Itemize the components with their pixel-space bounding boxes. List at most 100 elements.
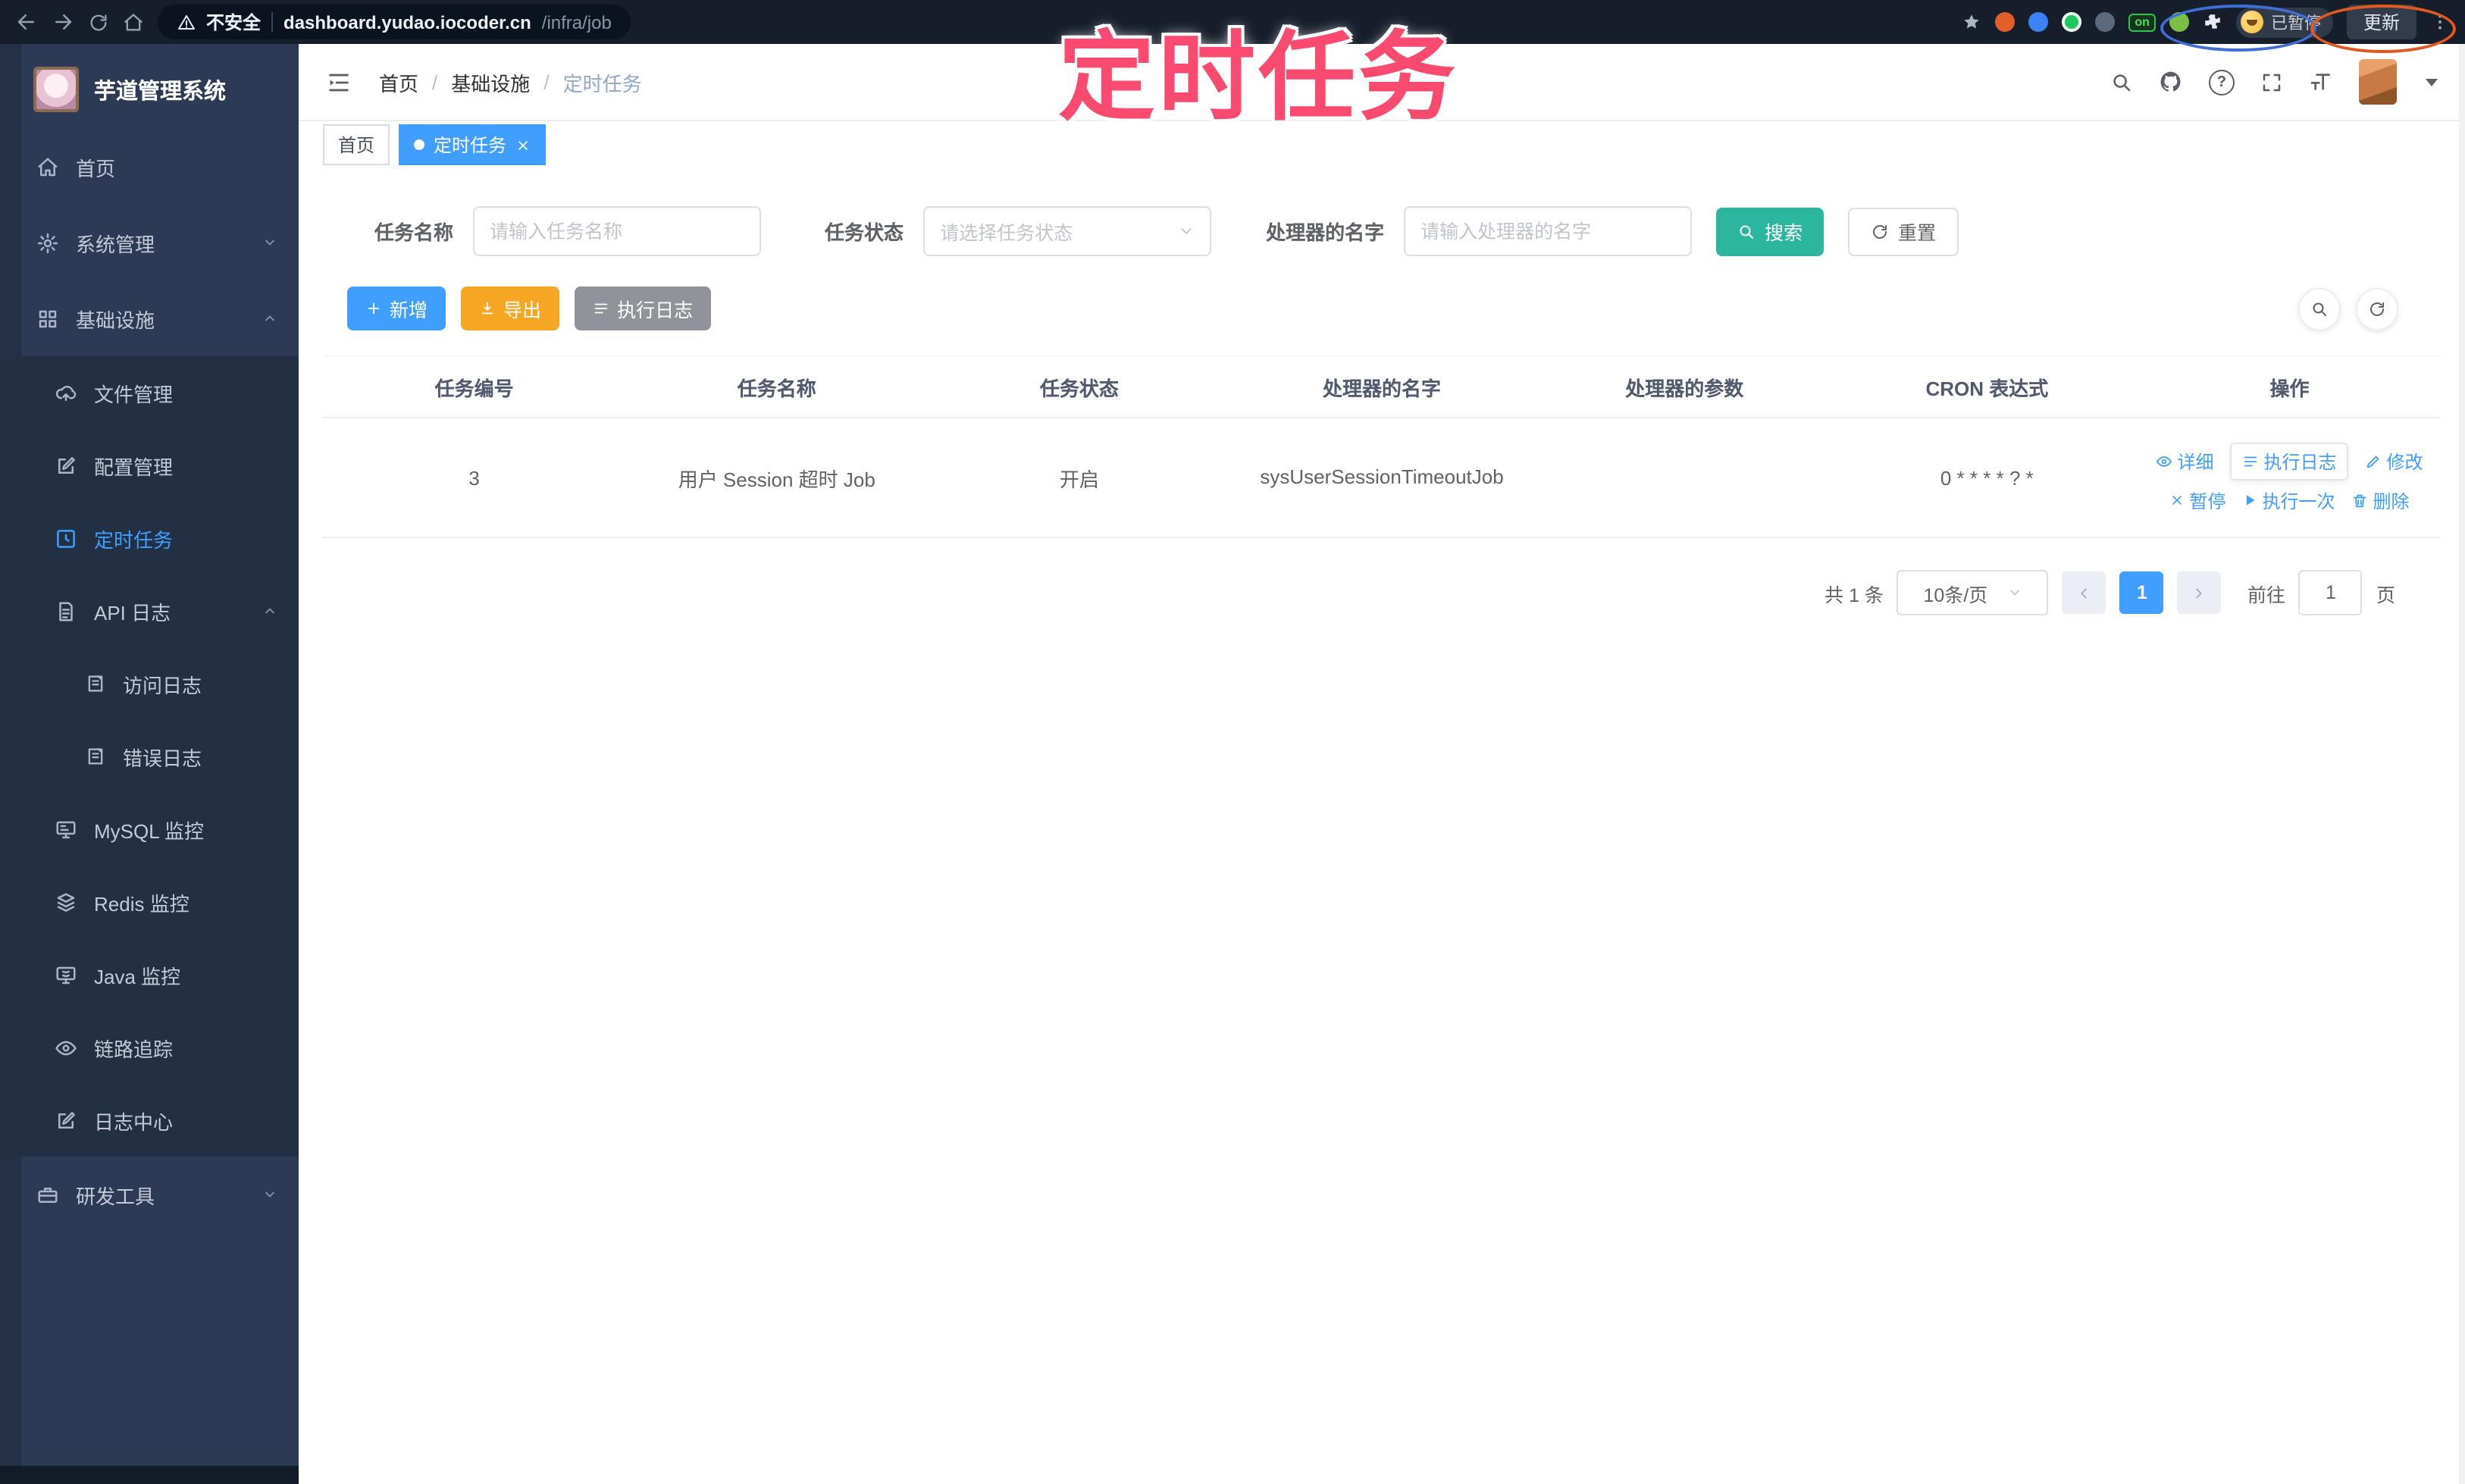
user-avatar[interactable] — [2359, 59, 2397, 105]
page-scrollbar[interactable] — [2459, 44, 2465, 1484]
extension-icon[interactable] — [2062, 12, 2082, 32]
sidebar-item-scheduled-jobs[interactable]: 定时任务 — [0, 502, 299, 575]
export-button[interactable]: 导出 — [461, 286, 560, 330]
sidebar-menu: 首页 系统管理 基础设施 文件管理 配置管理 定时任务 API 日志 访问日志 … — [0, 129, 299, 1466]
sidebar-item-java-monitor[interactable]: Java 监控 — [0, 938, 299, 1011]
sidebar-item-config-management[interactable]: 配置管理 — [0, 429, 299, 502]
sidebar-item-trace[interactable]: 链路追踪 — [0, 1011, 299, 1084]
bookmark-star-icon[interactable] — [1962, 12, 1981, 32]
sidebar-item-file-management[interactable]: 文件管理 — [0, 356, 299, 429]
close-icon[interactable] — [515, 137, 531, 152]
stack-icon — [55, 891, 77, 913]
job-name-input[interactable] — [473, 206, 762, 256]
row-exec-log-link[interactable]: 执行日志 — [2230, 442, 2349, 480]
breadcrumb-item-infrastructure[interactable]: 基础设施 — [451, 67, 530, 96]
on-badge-extension-icon[interactable]: on — [2128, 13, 2156, 31]
refresh-icon-button[interactable] — [2356, 287, 2398, 330]
search-icon[interactable] — [2110, 70, 2133, 93]
row-actions-line2: 暂停 执行一次 删除 — [2169, 487, 2410, 513]
sidebar-item-redis-monitor[interactable]: Redis 监控 — [0, 866, 299, 938]
add-button[interactable]: 新增 — [347, 286, 446, 330]
trash-icon — [2354, 493, 2366, 507]
exec-log-button[interactable]: 执行日志 — [575, 286, 712, 330]
eye-icon — [2156, 456, 2172, 466]
cell-cron: 0 * * * * ? * — [1940, 466, 2034, 489]
breadcrumb-item-home[interactable]: 首页 — [379, 67, 418, 96]
sidebar-item-label: 系统管理 — [76, 233, 155, 255]
sidebar-collapse-icon[interactable] — [326, 69, 352, 95]
download-icon — [481, 302, 493, 315]
page-size-value: 10条/页 — [1923, 584, 1988, 606]
chevron-down-icon — [1181, 228, 1192, 234]
current-page-button[interactable]: 1 — [2119, 571, 2164, 614]
browser-update-button[interactable]: 更新 — [2346, 5, 2416, 39]
sidebar-item-access-logs[interactable]: 访问日志 — [0, 647, 299, 720]
browser-forward-icon[interactable] — [52, 11, 74, 33]
navbar-actions: ? — [2110, 59, 2438, 105]
row-actions: 详细 执行日志 修改 暂停 执行一次 删除 — [2147, 442, 2432, 513]
breadcrumb-separator: / — [543, 70, 550, 93]
app-title: 芋道管理系统 — [94, 80, 226, 104]
detail-link[interactable]: 详细 — [2156, 448, 2214, 474]
address-bar[interactable]: 不安全 dashboard.yudao.iocoder.cn/infra/job — [158, 5, 631, 39]
refresh-icon — [1873, 224, 1887, 238]
browser-home-icon[interactable] — [123, 11, 144, 33]
extension-icon[interactable] — [2028, 12, 2049, 32]
extension-icon[interactable] — [2095, 12, 2116, 32]
profile-paused-badge[interactable]: 已暂停 — [2235, 7, 2333, 37]
briefcase-icon — [36, 1183, 59, 1206]
sidebar-item-log-center[interactable]: 日志中心 — [0, 1084, 299, 1157]
run-once-link[interactable]: 执行一次 — [2243, 487, 2335, 513]
page-size-select[interactable]: 10条/页 — [1897, 570, 2049, 615]
edit-link[interactable]: 修改 — [2366, 448, 2423, 474]
sidebar-item-dev-tools[interactable]: 研发工具 — [0, 1157, 299, 1232]
sidebar-item-error-logs[interactable]: 错误日志 — [0, 720, 299, 793]
chevron-up-icon — [265, 608, 274, 614]
goto-label: 前往 — [2247, 584, 2285, 606]
github-icon[interactable] — [2159, 70, 2183, 94]
cell-job-name: 用户 Session 超时 Job — [678, 468, 875, 490]
monitor-icon — [55, 818, 77, 841]
url-path: /infra/job — [541, 11, 612, 33]
user-menu-caret-icon[interactable] — [2426, 78, 2438, 86]
handler-name-input[interactable] — [1404, 206, 1693, 256]
help-icon[interactable]: ? — [2209, 69, 2235, 95]
extensions-puzzle-icon[interactable] — [2203, 12, 2222, 32]
sidebar-item-label: 链路追踪 — [94, 1038, 174, 1060]
job-name-label: 任务名称 — [374, 221, 454, 244]
goto-page-input[interactable] — [2298, 570, 2363, 615]
browser-menu-kebab-icon[interactable] — [2430, 12, 2450, 32]
pause-link[interactable]: 暂停 — [2169, 487, 2226, 513]
next-page-button[interactable] — [2177, 571, 2222, 614]
browser-back-icon[interactable] — [15, 11, 38, 33]
column-header: 任务名称 — [737, 377, 816, 399]
tab-scheduled-jobs[interactable]: 定时任务 — [399, 124, 547, 165]
plus-icon — [368, 302, 380, 315]
column-header: 任务状态 — [1039, 377, 1119, 399]
tab-home[interactable]: 首页 — [323, 124, 390, 165]
extension-icon[interactable] — [1995, 12, 2016, 32]
sidebar-item-home[interactable]: 首页 — [0, 129, 299, 205]
search-button[interactable]: 搜索 — [1716, 207, 1824, 255]
cell-handler-name: sysUserSessionTimeoutJob — [1260, 465, 1504, 488]
app-logo-row[interactable]: 芋道管理系统 — [0, 44, 299, 132]
toggle-search-icon-button[interactable] — [2298, 287, 2341, 330]
fullscreen-icon[interactable] — [2260, 70, 2283, 93]
sidebar-item-api-logs[interactable]: API 日志 — [0, 575, 299, 647]
chevron-down-icon — [265, 240, 274, 246]
leaf-extension-icon[interactable] — [2169, 12, 2189, 32]
reset-button[interactable]: 重置 — [1848, 207, 1959, 255]
sidebar-item-infrastructure[interactable]: 基础设施 — [0, 280, 299, 356]
sidebar-item-label: 基础设施 — [76, 308, 155, 331]
sidebar-item-system-management[interactable]: 系统管理 — [0, 205, 299, 280]
browser-refresh-icon[interactable] — [88, 11, 109, 33]
warning-icon — [178, 14, 195, 29]
prev-page-button[interactable] — [2062, 571, 2106, 614]
cell-job-status: 开启 — [1059, 468, 1099, 490]
chevron-down-icon — [2010, 590, 2020, 596]
job-status-select[interactable]: 请选择任务状态 — [923, 206, 1212, 256]
column-header: 操作 — [2269, 377, 2310, 399]
sidebar-item-mysql-monitor[interactable]: MySQL 监控 — [0, 793, 299, 866]
font-size-icon[interactable] — [2309, 70, 2333, 94]
delete-link[interactable]: 删除 — [2352, 487, 2410, 513]
